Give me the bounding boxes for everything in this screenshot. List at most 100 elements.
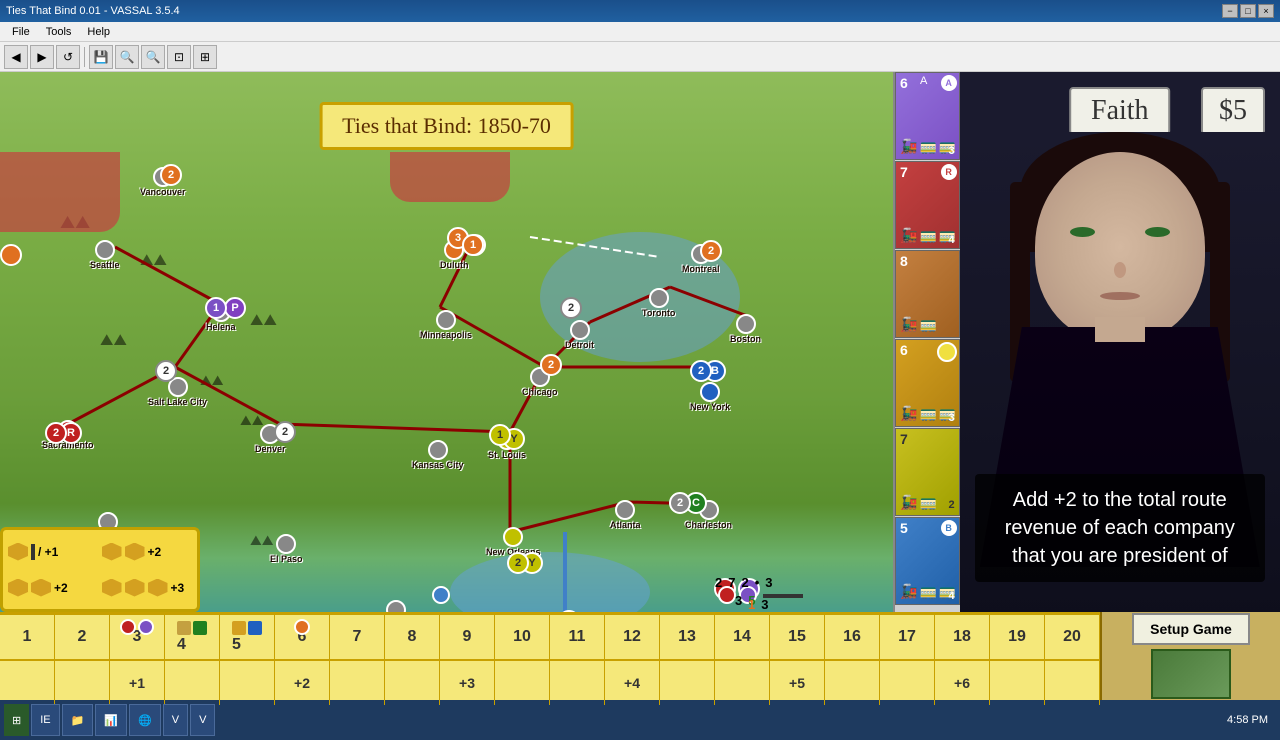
taskbar-explorer[interactable]: 📁 xyxy=(62,704,94,736)
city-label: Helena xyxy=(206,322,236,332)
bonus-cell-11 xyxy=(550,661,605,705)
menu-file[interactable]: File xyxy=(4,24,38,40)
toolbar-zoom-out[interactable]: 🔍 xyxy=(115,45,139,69)
score-11: 11 xyxy=(550,615,605,659)
setup-game-button[interactable]: Setup Game xyxy=(1132,613,1250,645)
toolbar-zoom-in[interactable]: 🔍 xyxy=(141,45,165,69)
score-15: 15 xyxy=(770,615,825,659)
city-boston: Boston xyxy=(730,314,761,344)
taskbar-chrome[interactable]: 🌐 xyxy=(129,704,161,736)
mouth xyxy=(1100,292,1140,300)
restore-button[interactable]: □ xyxy=(1240,4,1256,18)
menu-help[interactable]: Help xyxy=(79,24,118,40)
card-panel: 6 A A 🚂 🚃 🚃 3 7 R 🚂 🚃 🚃 🚃 4 8 xyxy=(893,72,960,612)
close-button[interactable]: × xyxy=(1258,4,1274,18)
score-2: 2 xyxy=(55,615,110,659)
terrain-mountains-3: ⛰⛰ xyxy=(250,312,277,330)
toolbar-refresh[interactable]: ↺ xyxy=(56,45,80,69)
card-purple[interactable]: 6 A A 🚂 🚃 🚃 3 xyxy=(895,72,960,160)
score-7: 7 xyxy=(330,615,385,659)
toolbar-zoom-fit[interactable]: ⊡ xyxy=(167,45,191,69)
card-r-badge: R xyxy=(941,164,957,180)
menu-tools[interactable]: Tools xyxy=(38,24,80,40)
toolbar-forward[interactable]: ▶ xyxy=(30,45,54,69)
city-label: Kansas City xyxy=(412,460,464,470)
bonus-cell-18: +6 xyxy=(935,661,990,705)
card-yellow[interactable]: 7 🚂 🚃 2 xyxy=(895,428,960,516)
score-13: 13 xyxy=(660,615,715,659)
card-num-5: 7 xyxy=(900,431,908,447)
toolbar-save[interactable]: 💾 xyxy=(89,45,113,69)
orange-marker xyxy=(294,619,310,635)
city-label: Toronto xyxy=(642,308,675,318)
bonus-cell-14 xyxy=(715,661,770,705)
purple-marker xyxy=(138,619,154,635)
train-1: 🚂 xyxy=(900,405,917,422)
toolbar-back[interactable]: ◀ xyxy=(4,45,28,69)
score-num: 13 xyxy=(678,628,696,646)
portrait-neck xyxy=(1095,317,1145,342)
window-controls[interactable]: − □ × xyxy=(1222,4,1274,18)
card-gold[interactable]: 6 🚂 🚃 🚃 3 xyxy=(895,339,960,427)
game-map[interactable]: Ties that Bind: 1850-70 ⛰⛰ ⛰⛰ ⛰⛰ ⛰⛰ ⛰⛰ ⛰… xyxy=(0,72,893,612)
card-b-badge: B xyxy=(941,520,957,536)
bonus-3: +2 xyxy=(8,571,99,604)
card-blue[interactable]: 5 B 🚂 🚃 🚃 🚃 4 xyxy=(895,517,960,605)
taskbar-vassal-1[interactable]: V xyxy=(163,704,188,736)
token-montreal-2 xyxy=(0,244,22,266)
player-markers-3 xyxy=(120,619,154,635)
card-count: 3 xyxy=(948,412,954,424)
token-no-2: 2 xyxy=(507,552,529,574)
score-num: 19 xyxy=(1008,628,1026,646)
v-icon-1: V xyxy=(172,714,179,726)
taskbar-excel[interactable]: 📊 xyxy=(95,704,127,736)
card-red[interactable]: 7 R 🚂 🚃 🚃 🚃 4 xyxy=(895,161,960,249)
taskbar-vassal-2[interactable]: V xyxy=(190,704,215,736)
score-6: 6 xyxy=(275,615,330,659)
marker-6 xyxy=(294,619,310,635)
toolbar: ◀ ▶ ↺ 💾 🔍 🔍 ⊡ ⊞ xyxy=(0,42,1280,72)
toolbar-properties[interactable]: ⊞ xyxy=(193,45,217,69)
card-brown[interactable]: 8 🚂 🚃 xyxy=(895,250,960,338)
city-label: Atlanta xyxy=(610,520,641,530)
v-icon-2: V xyxy=(199,714,206,726)
bonus-cell-10 xyxy=(495,661,550,705)
bonus-label-4: +3 xyxy=(171,581,185,595)
card-count: 4 xyxy=(948,234,954,246)
folder-icon: 📁 xyxy=(71,714,85,727)
hex-7 xyxy=(125,579,145,597)
bonus-cell-8 xyxy=(385,661,440,705)
score-num: 12 xyxy=(623,628,641,646)
train-1: 🚂 xyxy=(900,494,917,511)
taskbar-ie[interactable]: IE xyxy=(31,704,59,736)
green-num: 3 xyxy=(735,593,742,608)
score-3: 3 xyxy=(110,615,165,659)
city-circle xyxy=(700,382,720,402)
city-circle xyxy=(649,288,669,308)
score-9: 9 xyxy=(440,615,495,659)
bottom-right-area: Setup Game xyxy=(1100,612,1280,700)
token-helena-p: P xyxy=(224,297,246,319)
north-region xyxy=(0,152,120,232)
minimize-button[interactable]: − xyxy=(1222,4,1238,18)
city-circle xyxy=(428,440,448,460)
hex-4 xyxy=(8,579,28,597)
faith-text: Faith xyxy=(1091,95,1149,126)
score-20: 20 xyxy=(1045,615,1100,659)
token-montreal: 2 xyxy=(700,240,722,262)
token-ny-2: 2 xyxy=(690,360,712,382)
game-title-overlay: Ties that Bind: 1850-70 xyxy=(319,102,574,150)
city-label: Detroit xyxy=(565,340,594,350)
city-label: El Paso xyxy=(270,554,303,564)
bonus-cell-7 xyxy=(330,661,385,705)
portrait-face xyxy=(1035,152,1205,342)
start-button[interactable]: ⊞ xyxy=(4,704,29,736)
hex-3 xyxy=(125,543,145,561)
orange-num: 1 xyxy=(748,597,755,612)
city-circle xyxy=(736,314,756,334)
bonus-cell-5 xyxy=(220,661,275,705)
city-detroit: Detroit xyxy=(565,320,594,350)
money-badge: $5 xyxy=(1201,87,1265,135)
bonus-cell-17 xyxy=(880,661,935,705)
windows-icon: ⊞ xyxy=(12,714,21,727)
